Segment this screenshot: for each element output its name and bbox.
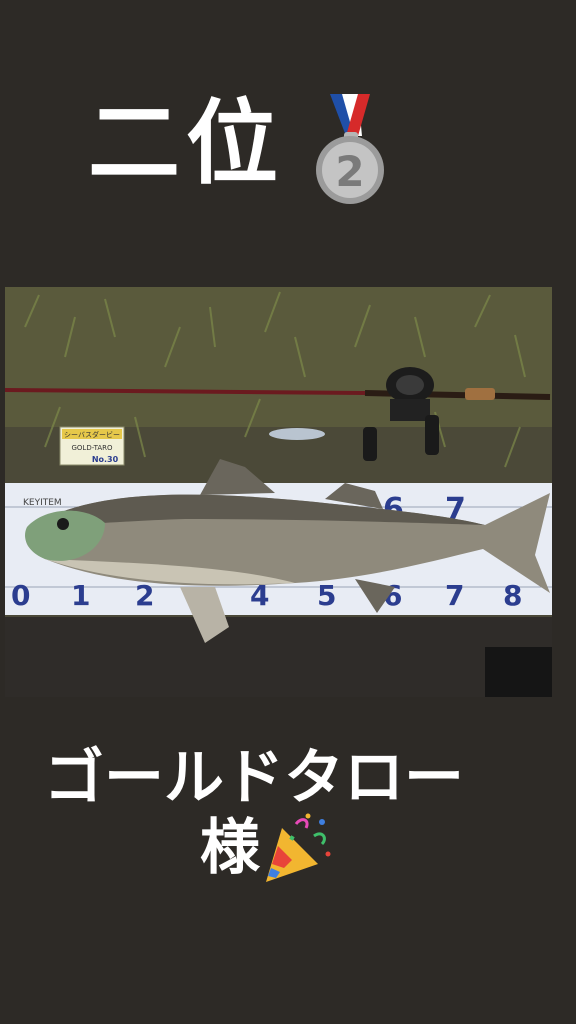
entry-label-card: シーバスダービー GOLD-TARO No.30 bbox=[59, 426, 125, 466]
ruler-digit-8: 8 bbox=[503, 579, 522, 612]
label-card-title: シーバスダービー bbox=[64, 430, 120, 439]
ruler-digit-5: 5 bbox=[317, 579, 336, 612]
catch-photo: シーバスダービー GOLD-TARO No.30 KEYITEM 6 7 0 1… bbox=[5, 287, 552, 697]
ruler-brand: KEYITEM bbox=[23, 498, 62, 508]
rank-text: 二位 bbox=[88, 90, 285, 197]
rank-heading: 二位 bbox=[88, 84, 284, 204]
ruler-digit-2: 2 bbox=[135, 579, 154, 612]
second-place-medal-icon: 2 bbox=[316, 94, 384, 204]
label-card-number: No.30 bbox=[92, 455, 119, 464]
party-popper-icon bbox=[266, 813, 331, 882]
medal-number: 2 bbox=[335, 147, 364, 196]
ruler-digit-7: 7 bbox=[445, 579, 464, 612]
honorific-line: 様 bbox=[200, 812, 332, 884]
ruler-digit-1: 1 bbox=[71, 579, 90, 612]
label-card-name: GOLD-TARO bbox=[71, 444, 112, 452]
ruler-digit-0: 0 bbox=[11, 579, 30, 612]
winner-name: ゴールドタロー bbox=[44, 743, 464, 813]
honorific: 様 bbox=[200, 813, 260, 883]
